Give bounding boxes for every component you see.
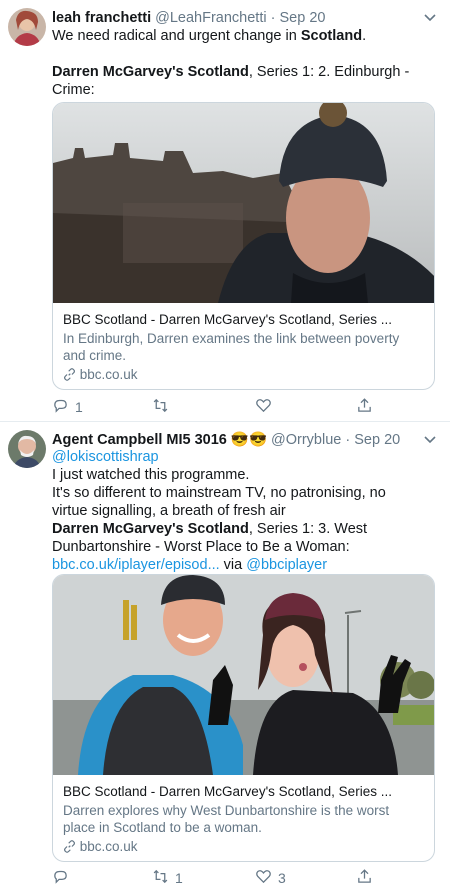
like-button[interactable]: [255, 397, 278, 417]
share-button[interactable]: [356, 868, 373, 888]
card-domain: bbc.co.uk: [79, 367, 138, 382]
tweet-actions: 1: [52, 397, 382, 417]
url-link[interactable]: bbc.co.uk/iplayer/episod...: [52, 557, 220, 573]
text-segment: via: [219, 557, 247, 573]
retweet-icon: [152, 397, 169, 417]
text-bold: Darren McGarvey's Scotland: [52, 521, 249, 537]
text-bold: Darren McGarvey's Scotland: [52, 64, 249, 80]
tweet-header: leah franchetti @LeahFranchetti · Sep 20: [52, 9, 440, 27]
text-segment: .: [362, 28, 367, 44]
chevron-down-icon[interactable]: [424, 10, 436, 25]
card-image: [53, 103, 434, 303]
user-handle[interactable]: @LeahFranchetti: [155, 10, 266, 26]
text-segment: Dunbartonshire - Worst Place to Be a Wom…: [52, 539, 350, 555]
card-description: In Edinburgh, Darren examines the link b…: [63, 331, 400, 363]
text-segment: , Series 1: 3. West: [248, 521, 368, 537]
like-count: 3: [278, 870, 286, 886]
link-card[interactable]: BBC Scotland - Darren McGarvey's Scotlan…: [52, 102, 435, 390]
share-button[interactable]: [356, 397, 373, 417]
timestamp[interactable]: Sep 20: [280, 10, 326, 26]
card-title: BBC Scotland - Darren McGarvey's Scotlan…: [63, 784, 392, 799]
card-description: Darren explores why West Dunbartonshire …: [63, 803, 390, 835]
reply-button[interactable]: [52, 868, 75, 888]
card-body: BBC Scotland - Darren McGarvey's Scotlan…: [53, 775, 434, 861]
like-button[interactable]: 3: [255, 868, 286, 888]
avatar-image: [8, 430, 46, 468]
avatar-image: [8, 8, 46, 46]
tweet-text: @lokiscottishrap I just watched this pro…: [52, 448, 440, 574]
separator: ·: [270, 10, 276, 26]
retweet-button[interactable]: [152, 397, 175, 417]
avatar[interactable]: [8, 8, 46, 46]
timestamp[interactable]: Sep 20: [354, 432, 400, 448]
card-title: BBC Scotland - Darren McGarvey's Scotlan…: [63, 312, 392, 327]
display-name[interactable]: Agent Campbell MI5 3016: [52, 432, 227, 448]
mention-link[interactable]: @bbciplayer: [246, 557, 327, 573]
text-segment: , Series 1: 2. Edinburgh -: [248, 64, 410, 80]
link-icon: [63, 367, 80, 382]
avatar[interactable]: [8, 430, 46, 468]
tweet-text: We need radical and urgent change in Sco…: [52, 27, 440, 99]
card-image: [53, 575, 434, 775]
link-icon: [63, 839, 80, 854]
tweet[interactable]: Agent Campbell MI5 3016 😎😎 @Orryblue · S…: [0, 422, 450, 891]
heart-icon: [255, 868, 272, 888]
display-name[interactable]: leah franchetti: [52, 10, 151, 26]
tweet-actions: 1 3: [52, 868, 382, 888]
retweet-icon: [152, 868, 169, 888]
reply-count: 1: [75, 399, 83, 415]
emoji: 😎😎: [230, 432, 267, 448]
chevron-down-icon[interactable]: [424, 432, 436, 447]
card-domain: bbc.co.uk: [79, 839, 138, 854]
text-segment: It's so different to mainstream TV, no p…: [52, 485, 386, 501]
card-domain-row: bbc.co.uk: [63, 838, 424, 855]
retweet-count: 1: [175, 870, 183, 886]
card-body: BBC Scotland - Darren McGarvey's Scotlan…: [53, 303, 434, 389]
text-segment: I just watched this programme.: [52, 467, 250, 483]
retweet-button[interactable]: 1: [152, 868, 183, 888]
reply-icon: [52, 397, 69, 417]
tweet[interactable]: leah franchetti @LeahFranchetti · Sep 20…: [0, 0, 450, 422]
share-icon: [356, 397, 373, 417]
link-card[interactable]: BBC Scotland - Darren McGarvey's Scotlan…: [52, 574, 435, 862]
separator: ·: [345, 432, 351, 448]
reply-icon: [52, 868, 69, 888]
heart-icon: [255, 397, 272, 417]
text-segment: virtue signalling, a breath of fresh air: [52, 503, 286, 519]
text-bold: Scotland: [300, 28, 363, 44]
reply-button[interactable]: 1: [52, 397, 83, 417]
user-handle[interactable]: @Orryblue: [271, 432, 341, 448]
tweet-header: Agent Campbell MI5 3016 😎😎 @Orryblue · S…: [52, 431, 440, 449]
card-domain-row: bbc.co.uk: [63, 366, 424, 383]
text-segment: We need radical and urgent change in: [52, 28, 301, 44]
mention-link[interactable]: @lokiscottishrap: [52, 448, 440, 466]
share-icon: [356, 868, 373, 888]
text-segment: Crime:: [52, 82, 95, 98]
